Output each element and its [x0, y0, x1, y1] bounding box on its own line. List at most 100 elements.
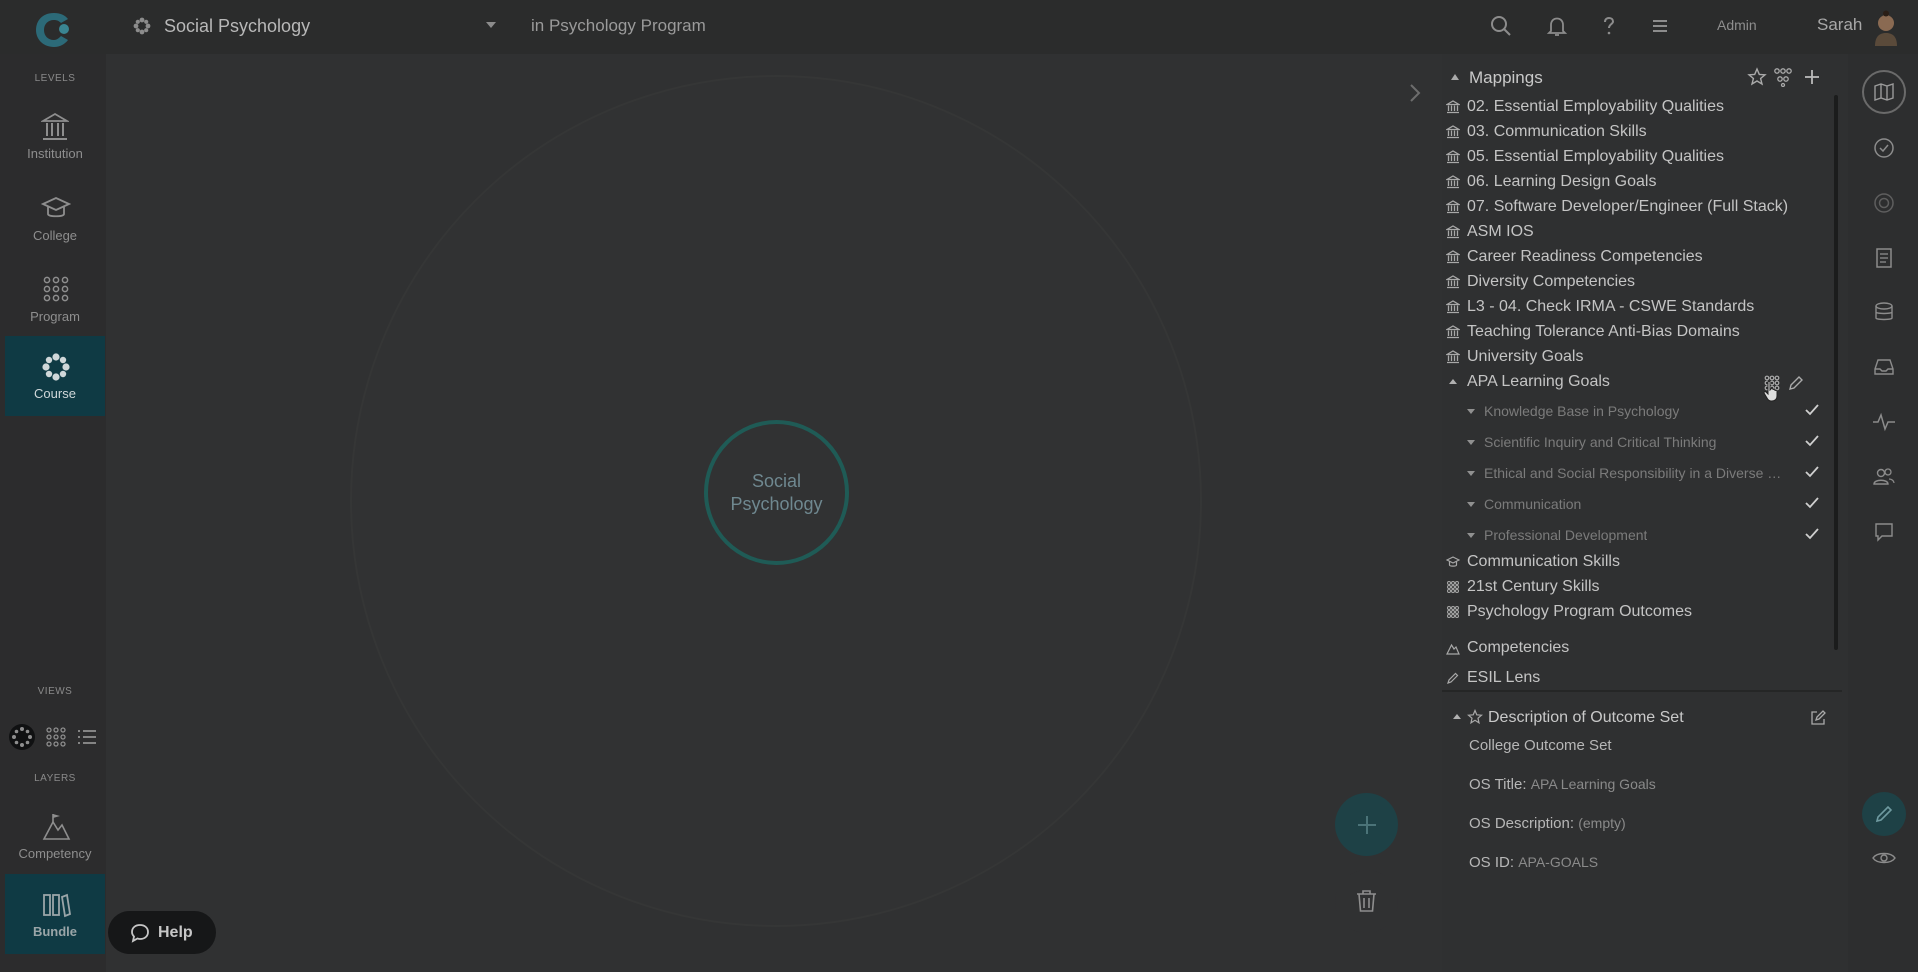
check-circle-icon[interactable]	[1869, 133, 1899, 163]
hierarchy-icon[interactable]	[1772, 67, 1794, 87]
level-course[interactable]: Course	[5, 336, 105, 416]
star-icon[interactable]	[1747, 67, 1767, 87]
expand-caret-icon[interactable]	[1467, 532, 1475, 538]
sub-outcome-label: Scientific Inquiry and Critical Thinking	[1484, 434, 1717, 450]
sub-outcome-item[interactable]: Ethical and Social Responsibility in a D…	[1467, 462, 1827, 484]
mapping-item[interactable]: 07. Software Developer/Engineer (Full St…	[1446, 196, 1788, 218]
description-header[interactable]: Description of Outcome Set	[1451, 706, 1841, 730]
mapping-item[interactable]: 03. Communication Skills	[1446, 121, 1647, 143]
target-icon[interactable]	[1869, 188, 1899, 218]
check-icon[interactable]	[1803, 494, 1821, 512]
mapping-item[interactable]: 06. Learning Design Goals	[1446, 171, 1656, 193]
mapping-item[interactable]: 05. Essential Employability Qualities	[1446, 146, 1724, 168]
expand-caret-icon[interactable]	[1467, 408, 1475, 414]
mapping-item-expanded[interactable]: APA Learning Goals	[1446, 371, 1610, 393]
mapping-item[interactable]: Psychology Program Outcomes	[1446, 601, 1692, 623]
layer-bundle[interactable]: Bundle	[5, 874, 105, 954]
mapping-item[interactable]: Diversity Competencies	[1446, 271, 1635, 293]
mapping-item[interactable]: University Goals	[1446, 346, 1583, 368]
mapping-item[interactable]: Career Readiness Competencies	[1446, 246, 1703, 268]
course-hub-node[interactable]: Social Psychology	[704, 420, 849, 565]
expand-caret-icon[interactable]	[1467, 439, 1475, 445]
edit-square-icon[interactable]	[1809, 709, 1827, 727]
sub-outcome-item[interactable]: Communication	[1467, 493, 1827, 515]
check-icon[interactable]	[1803, 432, 1821, 450]
check-icon[interactable]	[1803, 525, 1821, 543]
mapping-item[interactable]: 21st Century Skills	[1446, 576, 1600, 598]
list-view-icon[interactable]	[73, 723, 101, 751]
expand-caret-icon[interactable]	[1467, 470, 1475, 476]
add-fab-button[interactable]	[1335, 793, 1398, 856]
user-name[interactable]: Sarah	[1817, 15, 1862, 35]
eye-icon[interactable]	[1869, 843, 1899, 873]
mapping-item[interactable]: L3 - 04. Check IRMA - CSWE Standards	[1446, 296, 1754, 318]
activity-icon[interactable]	[1869, 407, 1899, 437]
mapping-item[interactable]: Communication Skills	[1446, 551, 1620, 573]
views-label: VIEWS	[37, 686, 73, 697]
top-bar: Social Psychology in Psychology Program …	[0, 0, 1918, 54]
esil-lens-item[interactable]: ESIL Lens	[1446, 667, 1540, 689]
mappings-scrollbar[interactable]	[1834, 95, 1838, 650]
collapse-caret-icon[interactable]	[1451, 74, 1459, 80]
star-icon[interactable]	[1467, 709, 1483, 725]
institution-icon	[1446, 225, 1460, 239]
os-description-value: (empty)	[1578, 815, 1626, 831]
description-title: Description of Outcome Set	[1488, 709, 1684, 726]
competency-icon	[42, 814, 71, 840]
edit-mode-button[interactable]	[1862, 792, 1906, 836]
course-selector[interactable]: Social Psychology	[132, 12, 310, 40]
sub-outcome-item[interactable]: Knowledge Base in Psychology	[1467, 400, 1827, 422]
level-college[interactable]: College	[5, 178, 105, 258]
sub-outcome-item[interactable]: Scientific Inquiry and Critical Thinking	[1467, 431, 1827, 453]
hub-label-line-2: Psychology	[730, 493, 823, 514]
institution-icon	[1446, 175, 1460, 189]
mapping-item[interactable]: Teaching Tolerance Anti-Bias Domains	[1446, 321, 1740, 343]
institution-icon	[1446, 250, 1460, 264]
bell-icon[interactable]	[1545, 14, 1569, 38]
add-mapping-icon[interactable]	[1802, 67, 1822, 87]
delete-fab-button[interactable]	[1335, 870, 1398, 933]
outcome-set-type: College Outcome Set	[1469, 737, 1612, 754]
map-tool-button[interactable]	[1862, 70, 1906, 114]
layer-label-bundle: Bundle	[32, 924, 78, 939]
check-icon[interactable]	[1803, 463, 1821, 481]
mapping-item[interactable]: ASM IOS	[1446, 221, 1534, 243]
layer-competency[interactable]: Competency	[5, 796, 105, 876]
help-button[interactable]: Help	[108, 911, 216, 954]
level-label-institution: Institution	[27, 146, 83, 161]
course-dropdown-caret-icon[interactable]	[486, 22, 496, 28]
search-icon[interactable]	[1489, 14, 1513, 38]
check-icon[interactable]	[1803, 401, 1821, 419]
admin-link[interactable]: Admin	[1717, 17, 1757, 33]
level-program[interactable]: Program	[5, 259, 105, 339]
dot-grid-icon	[1447, 606, 1459, 618]
competencies-item[interactable]: Competencies	[1446, 637, 1569, 659]
edit-pencil-icon[interactable]	[1787, 374, 1805, 392]
sub-outcome-item[interactable]: Professional Development	[1467, 524, 1827, 546]
level-institution[interactable]: Institution	[5, 96, 105, 176]
radial-view-icon[interactable]	[8, 723, 36, 751]
chevron-right-icon[interactable]	[1408, 82, 1422, 104]
grid-view-icon[interactable]	[42, 723, 70, 751]
pencil-icon	[1447, 672, 1459, 684]
comment-icon[interactable]	[1869, 517, 1899, 547]
mapping-item[interactable]: 02. Essential Employability Qualities	[1446, 96, 1724, 118]
inbox-icon[interactable]	[1869, 352, 1899, 382]
expand-caret-icon[interactable]	[1467, 501, 1475, 507]
os-title-row: OS Title: APA Learning Goals	[1469, 776, 1656, 793]
chat-bubble-icon	[131, 923, 149, 943]
collapse-caret-icon[interactable]	[1446, 375, 1460, 389]
collapse-caret-icon[interactable]	[1451, 711, 1463, 723]
sub-outcome-label: Ethical and Social Responsibility in a D…	[1484, 465, 1789, 481]
institution-icon	[1446, 300, 1460, 314]
users-icon[interactable]	[1869, 462, 1899, 492]
help-question-icon[interactable]	[1597, 14, 1621, 38]
app-logo-icon[interactable]	[30, 9, 78, 51]
mappings-header[interactable]: Mappings	[1451, 66, 1841, 90]
os-id-row: OS ID: APA-GOALS	[1469, 854, 1598, 871]
document-icon[interactable]	[1869, 243, 1899, 273]
database-icon[interactable]	[1869, 297, 1899, 327]
user-avatar[interactable]	[1869, 10, 1903, 46]
os-id-label: OS ID:	[1469, 854, 1515, 871]
menu-icon[interactable]	[1648, 14, 1672, 38]
